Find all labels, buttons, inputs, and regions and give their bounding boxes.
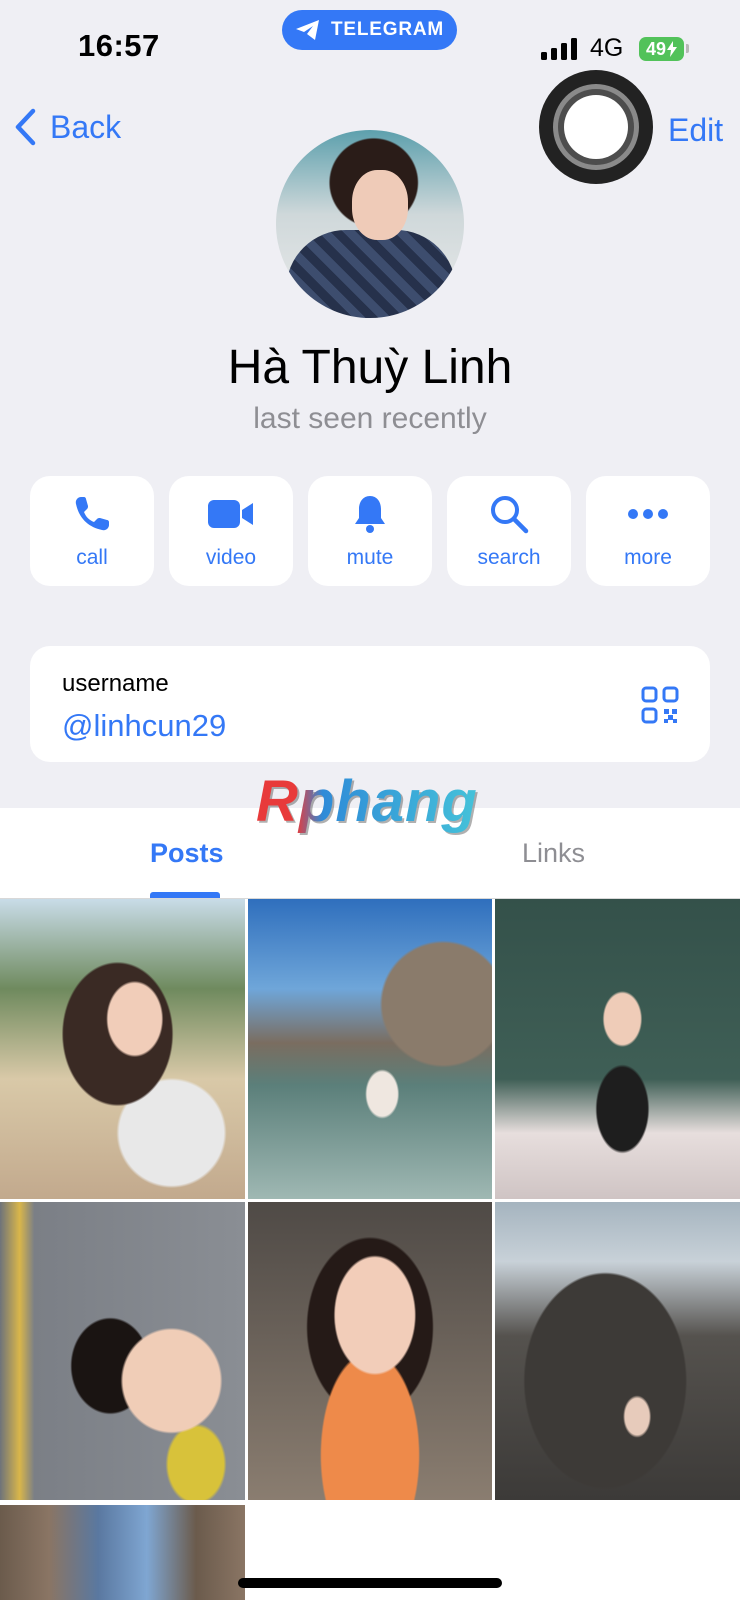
battery-level: 49 — [645, 38, 667, 59]
tab-links[interactable]: Links — [522, 838, 585, 869]
telegram-pill-label: TELEGRAM — [330, 19, 444, 40]
video-label: video — [205, 546, 257, 569]
media-thumbnail[interactable] — [0, 899, 245, 1199]
back-label: Back — [50, 108, 122, 145]
username-value[interactable]: @linhcun29 — [62, 708, 226, 744]
media-thumbnail[interactable] — [0, 1202, 245, 1500]
network-type: 4G — [590, 34, 624, 62]
chevron-left-icon — [15, 108, 36, 146]
action-bar: call video mute search more — [30, 476, 710, 586]
mute-label: mute — [346, 546, 394, 569]
profile-name: Hà Thuỳ Linh — [227, 341, 513, 394]
call-label: call — [76, 546, 108, 569]
bell-icon — [355, 496, 385, 533]
edit-button[interactable]: Edit — [668, 112, 723, 149]
watermark-logo: Rphang — [256, 769, 478, 834]
video-call-button[interactable]: video — [169, 476, 293, 586]
media-thumbnail[interactable] — [495, 899, 740, 1199]
media-thumbnail[interactable] — [248, 1202, 492, 1500]
media-thumbnail[interactable] — [248, 899, 492, 1199]
video-camera-icon — [208, 500, 253, 528]
media-thumbnail[interactable] — [495, 1202, 740, 1500]
username-label: username — [62, 670, 169, 697]
back-button[interactable]: Back — [14, 108, 121, 146]
telegram-return-pill[interactable]: TELEGRAM — [282, 10, 457, 50]
search-label: search — [477, 546, 541, 569]
more-dots-icon — [628, 509, 668, 519]
cellular-signal-icon — [541, 36, 577, 60]
mute-button[interactable]: mute — [308, 476, 432, 586]
qr-code-icon[interactable] — [641, 686, 679, 724]
search-button[interactable]: search — [447, 476, 571, 586]
media-grid — [0, 899, 740, 1600]
profile-status: last seen recently — [253, 402, 487, 435]
telegram-icon — [295, 20, 319, 40]
battery-tip — [686, 44, 689, 53]
profile-avatar[interactable] — [276, 130, 464, 318]
assistive-touch-button[interactable] — [539, 70, 653, 184]
battery-icon: 49 — [639, 37, 684, 61]
more-label: more — [624, 546, 672, 569]
username-card[interactable]: username @linhcun29 — [30, 646, 710, 762]
status-time: 16:57 — [78, 28, 160, 63]
tab-posts[interactable]: Posts — [150, 838, 224, 869]
phone-icon — [75, 497, 109, 531]
more-button[interactable]: more — [586, 476, 710, 586]
search-icon — [491, 496, 529, 534]
active-tab-indicator — [150, 892, 220, 898]
home-indicator[interactable] — [238, 1578, 502, 1588]
charging-bolt-icon — [667, 41, 678, 57]
call-button[interactable]: call — [30, 476, 154, 586]
media-thumbnail[interactable] — [0, 1505, 245, 1600]
